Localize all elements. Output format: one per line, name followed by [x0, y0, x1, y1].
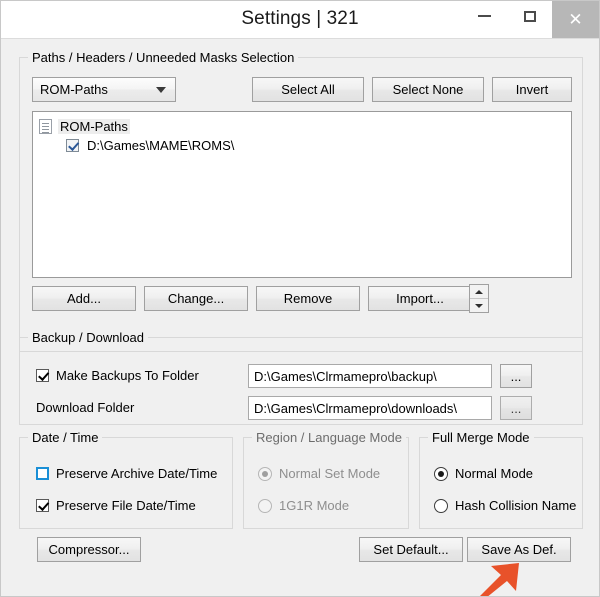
date-time-group-legend: Date / Time: [28, 430, 103, 445]
preserve-archive-label: Preserve Archive Date/Time: [56, 466, 218, 481]
check-icon: [37, 499, 49, 511]
path-order-spinner[interactable]: [469, 284, 489, 313]
tree-root-label: ROM-Paths: [58, 119, 130, 134]
preserve-file-row[interactable]: Preserve File Date/Time: [36, 498, 196, 513]
region-group-legend: Region / Language Mode: [252, 430, 407, 445]
remove-button[interactable]: Remove: [256, 286, 360, 311]
chevron-down-icon: [156, 86, 166, 93]
annotation-arrow-icon: [480, 563, 519, 596]
paths-tree[interactable]: ROM-Paths D:\Games\MAME\ROMS\: [32, 111, 572, 278]
maximize-icon: [523, 10, 536, 22]
compressor-button[interactable]: Compressor...: [37, 537, 141, 562]
change-button[interactable]: Change...: [144, 286, 248, 311]
close-button[interactable]: ✕: [552, 1, 599, 38]
radio-dot-icon: [438, 470, 444, 477]
backup-group: Backup / Download Make Backups To Folder…: [19, 330, 583, 425]
select-all-button[interactable]: Select All: [252, 77, 364, 102]
path-type-combo-value: ROM-Paths: [40, 82, 108, 97]
select-none-button[interactable]: Select None: [372, 77, 484, 102]
region-option-normal-set-label: Normal Set Mode: [279, 466, 381, 481]
radio-hash-collision-name[interactable]: [434, 498, 448, 513]
check-icon: [37, 369, 49, 381]
path-type-combo[interactable]: ROM-Paths: [32, 77, 176, 102]
radio-normal-set-mode: [258, 466, 272, 481]
radio-dot-icon: [262, 470, 268, 477]
download-folder-row: Download Folder: [36, 400, 134, 415]
make-backups-checkbox[interactable]: [36, 369, 49, 382]
import-button[interactable]: Import...: [368, 286, 472, 311]
minimize-button[interactable]: [462, 1, 507, 31]
paths-group-legend: Paths / Headers / Unneeded Masks Selecti…: [28, 50, 299, 65]
download-browse-button[interactable]: ...: [500, 396, 532, 420]
check-icon: [67, 139, 79, 151]
radio-normal-mode[interactable]: [434, 466, 448, 481]
minimize-icon: [478, 15, 491, 17]
date-time-group: Date / Time Preserve Archive Date/Time P…: [19, 430, 233, 529]
window-controls: ✕: [462, 1, 599, 38]
client-area: Paths / Headers / Unneeded Masks Selecti…: [1, 39, 599, 596]
preserve-file-checkbox[interactable]: [36, 499, 49, 512]
spinner-up-button[interactable]: [470, 285, 488, 298]
merge-option-normal[interactable]: Normal Mode: [434, 466, 533, 481]
merge-option-hash-collision-label: Hash Collision Name: [455, 498, 577, 513]
region-option-normal-set: Normal Set Mode: [258, 466, 380, 481]
preserve-file-label: Preserve File Date/Time: [56, 498, 196, 513]
document-icon: [39, 119, 52, 134]
preserve-archive-row[interactable]: Preserve Archive Date/Time: [36, 466, 217, 481]
download-path-input[interactable]: D:\Games\Clrmamepro\downloads\: [248, 396, 492, 420]
merge-option-hash-collision[interactable]: Hash Collision Name: [434, 498, 576, 513]
tree-item-row[interactable]: D:\Games\MAME\ROMS\: [33, 136, 571, 155]
tree-item-label: D:\Games\MAME\ROMS\: [87, 138, 235, 153]
tree-root-row[interactable]: ROM-Paths: [33, 117, 571, 136]
paths-group: Paths / Headers / Unneeded Masks Selecti…: [19, 50, 583, 352]
download-folder-label: Download Folder: [36, 400, 135, 415]
invert-button[interactable]: Invert: [492, 77, 572, 102]
preserve-archive-checkbox[interactable]: [36, 467, 49, 480]
title-bar: Settings | 321 ✕: [1, 1, 599, 39]
radio-1g1r-mode: [258, 498, 272, 513]
settings-window: Settings | 321 ✕ Paths / Headers / Unnee…: [0, 0, 600, 597]
region-option-1g1r: 1G1R Mode: [258, 498, 349, 513]
region-language-group: Region / Language Mode Normal Set Mode 1…: [243, 430, 409, 529]
full-merge-group: Full Merge Mode Normal Mode Hash Collisi…: [419, 430, 583, 529]
save-as-def-button[interactable]: Save As Def.: [467, 537, 571, 562]
merge-option-normal-label: Normal Mode: [455, 466, 534, 481]
close-icon: ✕: [568, 10, 583, 29]
triangle-down-icon: [475, 303, 483, 308]
make-backups-label: Make Backups To Folder: [56, 368, 199, 383]
tree-item-checkbox[interactable]: [66, 139, 79, 152]
backup-browse-button[interactable]: ...: [500, 364, 532, 388]
backup-path-input[interactable]: D:\Games\Clrmamepro\backup\: [248, 364, 492, 388]
spinner-down-button[interactable]: [470, 298, 488, 312]
merge-group-legend: Full Merge Mode: [428, 430, 534, 445]
add-button[interactable]: Add...: [32, 286, 136, 311]
set-default-button[interactable]: Set Default...: [359, 537, 463, 562]
triangle-up-icon: [475, 289, 483, 294]
make-backups-row[interactable]: Make Backups To Folder: [36, 368, 199, 383]
region-option-1g1r-label: 1G1R Mode: [279, 498, 350, 513]
backup-group-legend: Backup / Download: [28, 330, 149, 345]
maximize-button[interactable]: [507, 1, 552, 31]
